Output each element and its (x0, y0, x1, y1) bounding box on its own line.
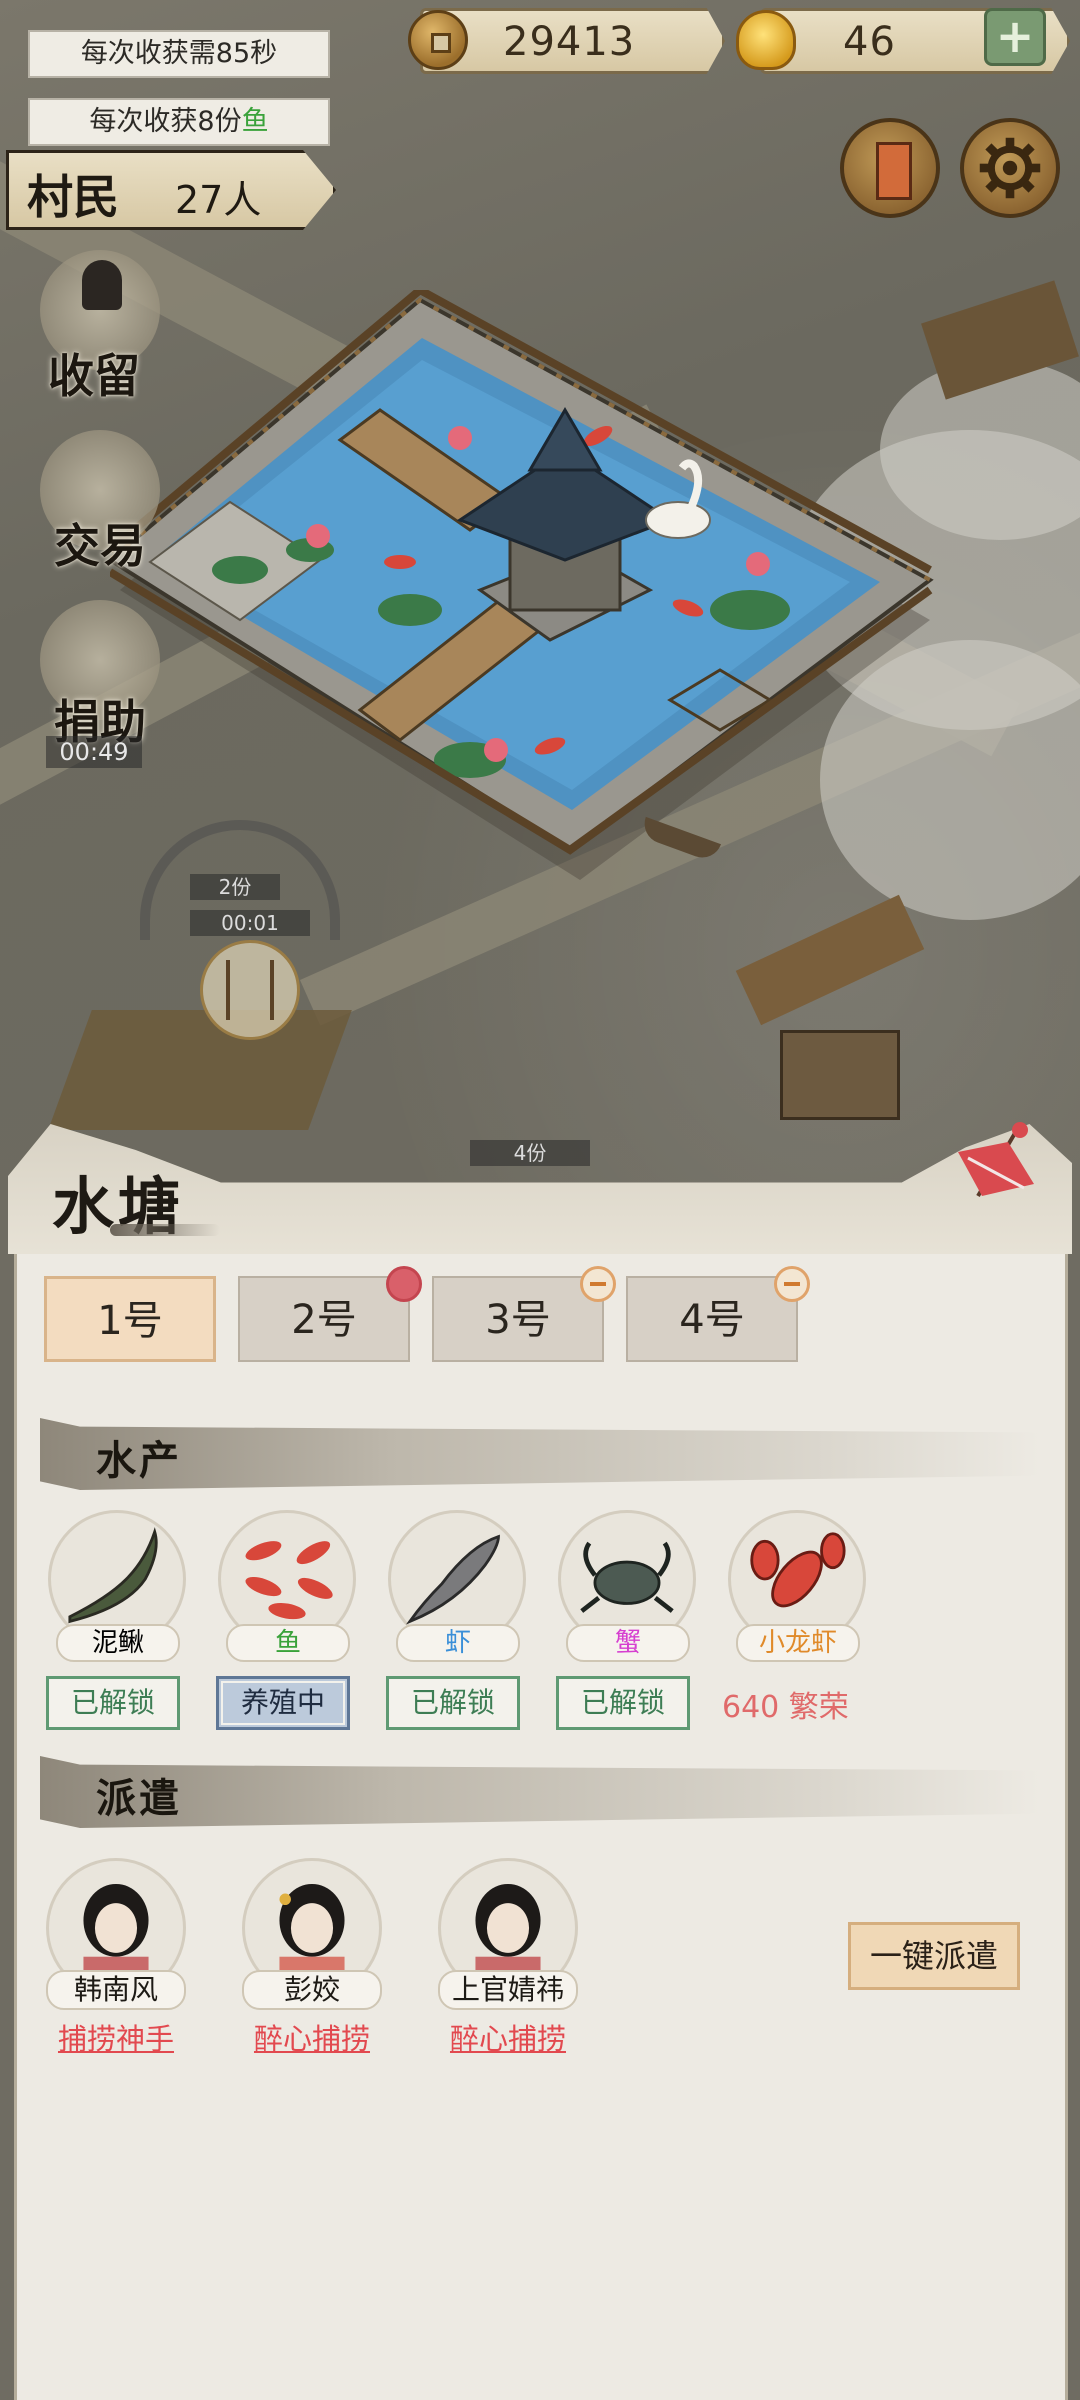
add-gold-button[interactable]: + (984, 8, 1046, 66)
dispatch-section-label: 派遣 (96, 1775, 182, 1822)
plus-icon: + (995, 9, 1035, 63)
villager-counter[interactable]: 村民 27人 (6, 150, 336, 230)
donate-button[interactable]: 捐助 (20, 600, 170, 750)
donate-timer: 00:49 (46, 736, 142, 768)
brush-decoration (110, 1224, 220, 1236)
notice-button[interactable] (840, 118, 940, 218)
harvest-amount-text: 每次收获8份 (89, 106, 242, 137)
retain-label: 收留 (48, 349, 140, 403)
tab-pond-4[interactable]: 4号 (626, 1266, 810, 1362)
tab-pond-3[interactable]: 3号 (432, 1266, 616, 1362)
harvest-item-text: 鱼 (241, 106, 269, 137)
item-name: 小龙虾 (736, 1624, 860, 1662)
idle-status-icon (580, 1266, 616, 1302)
harvest-time-text: 每次收获需85秒 (80, 38, 278, 69)
coins-value: 29413 (503, 19, 636, 65)
settings-button[interactable] (960, 118, 1060, 218)
item-name: 虾 (396, 1624, 520, 1662)
trade-button[interactable]: 交易 (20, 430, 170, 580)
tab-label: 4号 (679, 1297, 745, 1343)
unlock-cost: 640 繁荣 (722, 1690, 849, 1725)
tab-label: 3号 (485, 1297, 551, 1343)
hero-name: 上官婧祎 (438, 1970, 578, 2010)
harvest-time-tag: 每次收获需85秒 (28, 30, 330, 78)
yield-timer-chip: 00:01 (190, 910, 310, 936)
item-name: 鱼 (226, 1624, 350, 1662)
hero-skill[interactable]: 醉心捕捞 (428, 2016, 588, 2058)
close-icon[interactable] (948, 1122, 1040, 1202)
pond-building[interactable] (106, 285, 940, 890)
villager-head-icon (82, 260, 122, 310)
harvest-amount-tag: 每次收获8份鱼 (28, 98, 330, 146)
game-map[interactable]: 2份 00:01 4份 每次收获需85秒 每次收获8份鱼 村民 27人 2941… (0, 0, 1080, 1190)
coin-icon (408, 10, 468, 70)
villagers-label: 村民 (27, 170, 119, 224)
tab-pond-1[interactable]: 1号 (44, 1276, 216, 1362)
unlocked-status: 已解锁 (386, 1676, 520, 1730)
dispatch-all-button[interactable]: 一键派遣 (848, 1922, 1020, 1990)
hero-name: 彭姣 (242, 1970, 382, 2010)
aquatic-section-label: 水产 (96, 1437, 182, 1484)
scroll-icon (876, 142, 912, 200)
item-name: 泥鳅 (56, 1624, 180, 1662)
unlocked-status: 已解锁 (556, 1676, 690, 1730)
tab-pond-2[interactable]: 2号 (238, 1266, 422, 1362)
gold-value: 46 (843, 19, 896, 65)
hero-skill[interactable]: 捕捞神手 (36, 2016, 196, 2058)
gold-ingot-icon (736, 10, 796, 70)
gear-icon (979, 137, 1041, 199)
breeding-status: 养殖中 (216, 1676, 350, 1730)
trade-label: 交易 (54, 519, 146, 573)
wheat-icon (226, 960, 274, 1020)
retain-button[interactable]: 收留 (20, 250, 170, 403)
idle-status-icon (774, 1266, 810, 1302)
tab-label: 1号 (97, 1298, 163, 1344)
villagers-count: 27人 (175, 178, 262, 222)
unlocked-status: 已解锁 (46, 1676, 180, 1730)
item-name: 蟹 (566, 1624, 690, 1662)
bridge-icon (735, 894, 925, 1026)
yield-chip: 2份 (190, 874, 280, 900)
dispatch-all-label: 一键派遣 (869, 1937, 998, 1975)
red-dot-badge (386, 1266, 422, 1302)
hero-skill[interactable]: 醉心捕捞 (232, 2016, 392, 2058)
hero-name: 韩南风 (46, 1970, 186, 2010)
pond-illustration (106, 285, 934, 880)
tab-label: 2号 (291, 1297, 357, 1343)
hut-icon (780, 1030, 900, 1120)
